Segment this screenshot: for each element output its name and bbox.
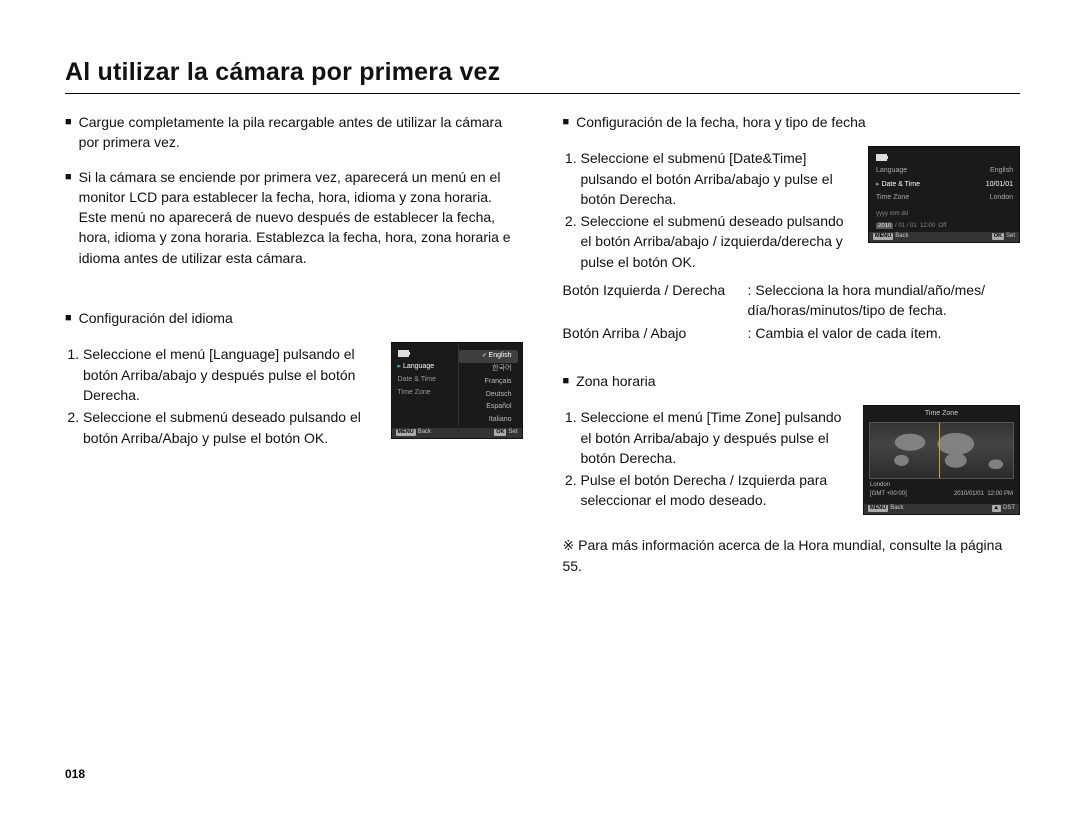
world-map-icon	[869, 422, 1014, 479]
option-korean: 한국어	[459, 363, 518, 376]
ok-tag: OK	[992, 233, 1004, 240]
battery-icon	[398, 350, 409, 357]
intro-1: Cargue completamente la pila recargable …	[79, 112, 523, 153]
bullet-icon: ■	[563, 112, 577, 132]
intro-2: Si la cámara se enciende por primera vez…	[79, 167, 523, 268]
dt-row-datetime-key: ▸ Date & Time	[876, 181, 920, 190]
ok-tag: OK	[494, 429, 506, 436]
timezone-steps: Seleccione el menú [Time Zone] pulsando …	[563, 407, 850, 510]
dst-label: DST	[1003, 505, 1015, 511]
dt-row-timezone-val: London	[990, 194, 1013, 203]
menu-tag: MENU	[396, 429, 416, 436]
menu-tag: MENU	[873, 233, 893, 240]
option-italiano: Italiano	[459, 414, 518, 427]
dt-row-timezone-key: Time Zone	[876, 194, 909, 203]
set-label: Set	[1006, 233, 1015, 239]
lang-step-2: Seleccione el submenú deseado pulsando e…	[83, 407, 377, 448]
tz-step-1: Seleccione el menú [Time Zone] pulsando …	[581, 407, 850, 468]
world-time-note: ※ Para más información acerca de la Hora…	[563, 535, 1021, 576]
datetime-steps: Seleccione el submenú [Date&Time] pulsan…	[563, 148, 855, 272]
option-deutsch: Deutsch	[459, 389, 518, 402]
def-ud-val: Cambia el valor de cada ítem.	[755, 325, 941, 341]
option-francais: Français	[459, 376, 518, 389]
option-espanol: Español	[459, 401, 518, 414]
lang-section-header: Configuración del idioma	[79, 308, 523, 328]
set-label: Set	[508, 429, 517, 435]
dt-format-hint: yyyy mm dd	[876, 211, 1013, 219]
bullet-icon: ■	[65, 308, 79, 328]
menu-tag: MENU	[868, 505, 888, 512]
left-column: ■ Cargue completamente la pila recargabl…	[65, 112, 523, 576]
lang-steps: Seleccione el menú [Language] pulsando e…	[65, 344, 377, 447]
menu-item-language: ▸ Language	[398, 361, 457, 374]
back-label: Back	[418, 429, 431, 435]
lcd-timezone-screenshot: Time Zone London [GMT +00:00] 2010/01/01…	[863, 405, 1020, 515]
menu-item-datetime: Date & Time	[398, 374, 457, 387]
tz-step-2: Pulse el botón Derecha / Izquierda para …	[581, 470, 850, 511]
lang-step-1: Seleccione el menú [Language] pulsando e…	[83, 344, 377, 405]
up-arrow-icon: ▲	[992, 505, 1001, 512]
tz-date: 2010/01/01	[954, 491, 984, 497]
tz-title: Time Zone	[864, 406, 1019, 421]
bullet-icon: ■	[65, 112, 79, 153]
menu-item-timezone: Time Zone	[398, 387, 457, 400]
page-title: Al utilizar la cámara por primera vez	[65, 58, 1020, 87]
back-label: Back	[895, 233, 908, 239]
def-lr-key: Botón Izquierda / Derecha	[563, 280, 748, 321]
dt-row-datetime-val: 10/01/01	[986, 181, 1013, 190]
def-lr-val: Selecciona la hora mundial/año/mes/ día/…	[748, 282, 985, 318]
tz-gmt: [GMT +00:00]	[870, 491, 907, 499]
lcd-language-screenshot: ▸ Language Date & Time Time Zone English…	[391, 342, 523, 439]
battery-icon	[876, 154, 887, 161]
lcd-datetime-screenshot: Language English ▸ Date & Time 10/01/01 Ti…	[868, 146, 1020, 243]
right-column: ■ Configuración de la fecha, hora y tipo…	[563, 112, 1021, 576]
bullet-icon: ■	[65, 167, 79, 268]
page-number: 018	[65, 767, 85, 781]
dt-row-language-key: Language	[876, 167, 907, 176]
title-rule	[65, 93, 1020, 94]
bullet-icon: ■	[563, 371, 577, 391]
dt-edit-line: 2010 / 01 / 01 12:00 Off	[876, 223, 1013, 231]
datetime-section-header: Configuración de la fecha, hora y tipo d…	[576, 112, 1020, 132]
option-english: English	[459, 350, 518, 363]
tz-city: London	[870, 482, 890, 490]
back-label: Back	[890, 505, 903, 511]
tz-time: 12:00 PM	[987, 491, 1013, 497]
dt-step-2: Seleccione el submenú deseado pulsando e…	[581, 211, 855, 272]
def-ud-key: Botón Arriba / Abajo	[563, 323, 748, 343]
dt-step-1: Seleccione el submenú [Date&Time] pulsan…	[581, 148, 855, 209]
dt-row-language-val: English	[990, 167, 1013, 176]
timezone-section-header: Zona horaria	[576, 371, 1020, 391]
